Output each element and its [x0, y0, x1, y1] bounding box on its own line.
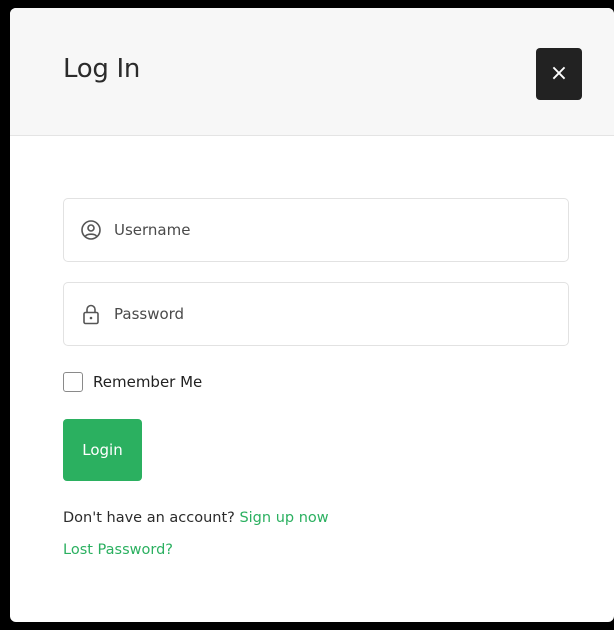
username-input[interactable] [114, 199, 554, 261]
signup-prompt-text: Don't have an account? [63, 510, 235, 526]
lost-password-link[interactable]: Lost Password? [63, 542, 173, 558]
modal-title: Log In [63, 54, 141, 84]
remember-me[interactable]: Remember Me [63, 370, 202, 394]
login-modal: Log In × Remember Me Login Don't have an [10, 8, 614, 622]
password-input[interactable] [114, 283, 554, 345]
user-circle-icon [80, 219, 102, 241]
lock-icon [80, 303, 102, 325]
login-button[interactable]: Login [63, 419, 142, 481]
username-field[interactable] [63, 198, 569, 262]
close-button[interactable]: × [536, 48, 582, 100]
modal-header: Log In × [10, 8, 614, 136]
signup-link[interactable]: Sign up now [239, 510, 328, 526]
remember-me-checkbox[interactable] [63, 372, 83, 392]
signup-prompt-line: Don't have an account? Sign up now [63, 510, 329, 526]
password-field[interactable] [63, 282, 569, 346]
remember-me-label: Remember Me [93, 373, 203, 391]
